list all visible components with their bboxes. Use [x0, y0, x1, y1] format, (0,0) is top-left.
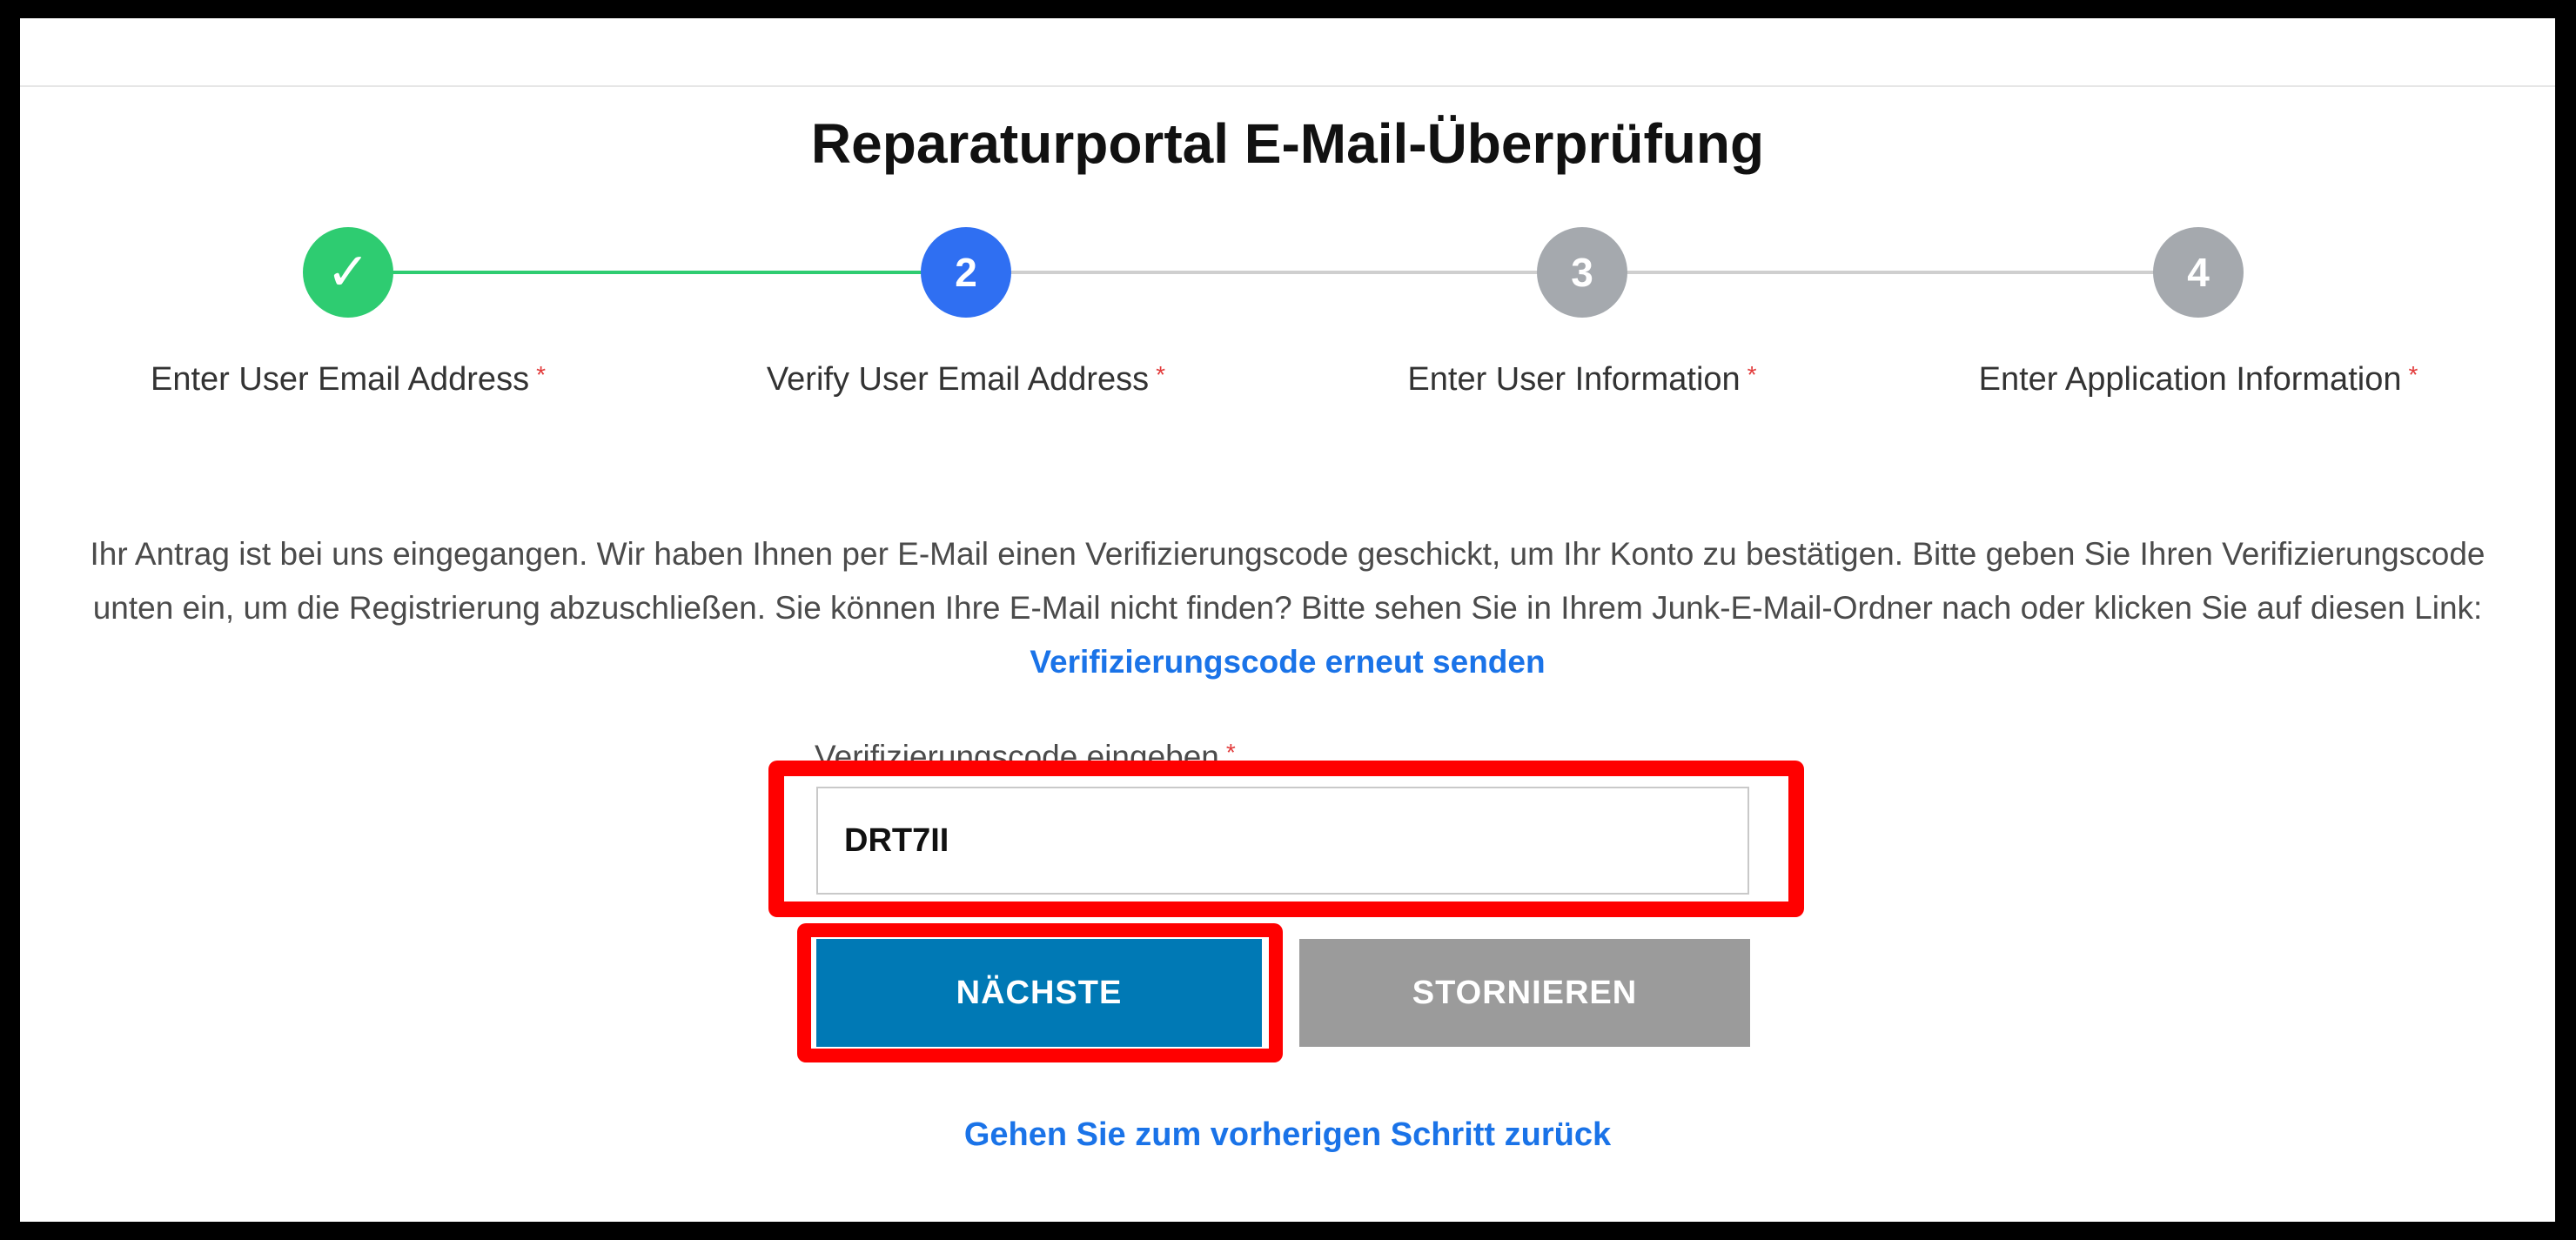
verification-code-input[interactable] — [816, 787, 1749, 895]
required-marker: * — [1225, 739, 1236, 766]
step-2-circle: 2 — [921, 227, 1011, 318]
screenshot-frame: Reparaturportal E-Mail-Überprüfung ✓ 2 3… — [0, 0, 2576, 1240]
step-3-label-text: Enter User Information — [1407, 361, 1741, 398]
progress-stepper: ✓ 2 3 4 Enter User Email Address * Verify… — [20, 18, 2555, 436]
step-1-label: Enter User Email Address * — [44, 361, 653, 399]
resend-code-link[interactable]: Verifizierungscode erneut senden — [1030, 644, 1545, 680]
step-3-circle: 3 — [1537, 227, 1627, 318]
required-marker: * — [1156, 361, 1166, 388]
required-marker: * — [1747, 361, 1757, 388]
previous-step-link[interactable]: Gehen Sie zum vorherigen Schritt zurück — [20, 1116, 2555, 1154]
instructions-paragraph: Ihr Antrag ist bei uns eingegangen. Wir … — [55, 527, 2520, 689]
step-4-label-text: Enter Application Information — [1978, 361, 2402, 398]
required-marker: * — [536, 361, 546, 388]
required-marker: * — [2408, 361, 2418, 388]
step-connector-3-4 — [1600, 271, 2216, 274]
step-2-label: Verify User Email Address * — [661, 361, 1271, 399]
step-4-circle: 4 — [2153, 227, 2244, 318]
code-field-label-text: Verifizierungscode eingeben — [815, 739, 1219, 774]
instructions-text: Ihr Antrag ist bei uns eingegangen. Wir … — [90, 536, 2485, 626]
cancel-button[interactable]: STORNIEREN — [1299, 939, 1750, 1047]
step-3-label: Enter User Information * — [1278, 361, 1887, 399]
step-1-check-icon: ✓ — [303, 227, 393, 318]
page-content: Reparaturportal E-Mail-Überprüfung ✓ 2 3… — [20, 18, 2555, 1222]
code-field-label: Verifizierungscode eingeben * — [815, 739, 1236, 775]
step-2-label-text: Verify User Email Address — [766, 361, 1150, 398]
next-button[interactable]: NÄCHSTE — [816, 939, 1262, 1047]
step-4-label: Enter Application Information * — [1894, 361, 2503, 399]
step-1-label-text: Enter User Email Address — [151, 361, 530, 398]
step-connector-1-2 — [366, 271, 983, 274]
step-connector-2-3 — [983, 271, 1600, 274]
